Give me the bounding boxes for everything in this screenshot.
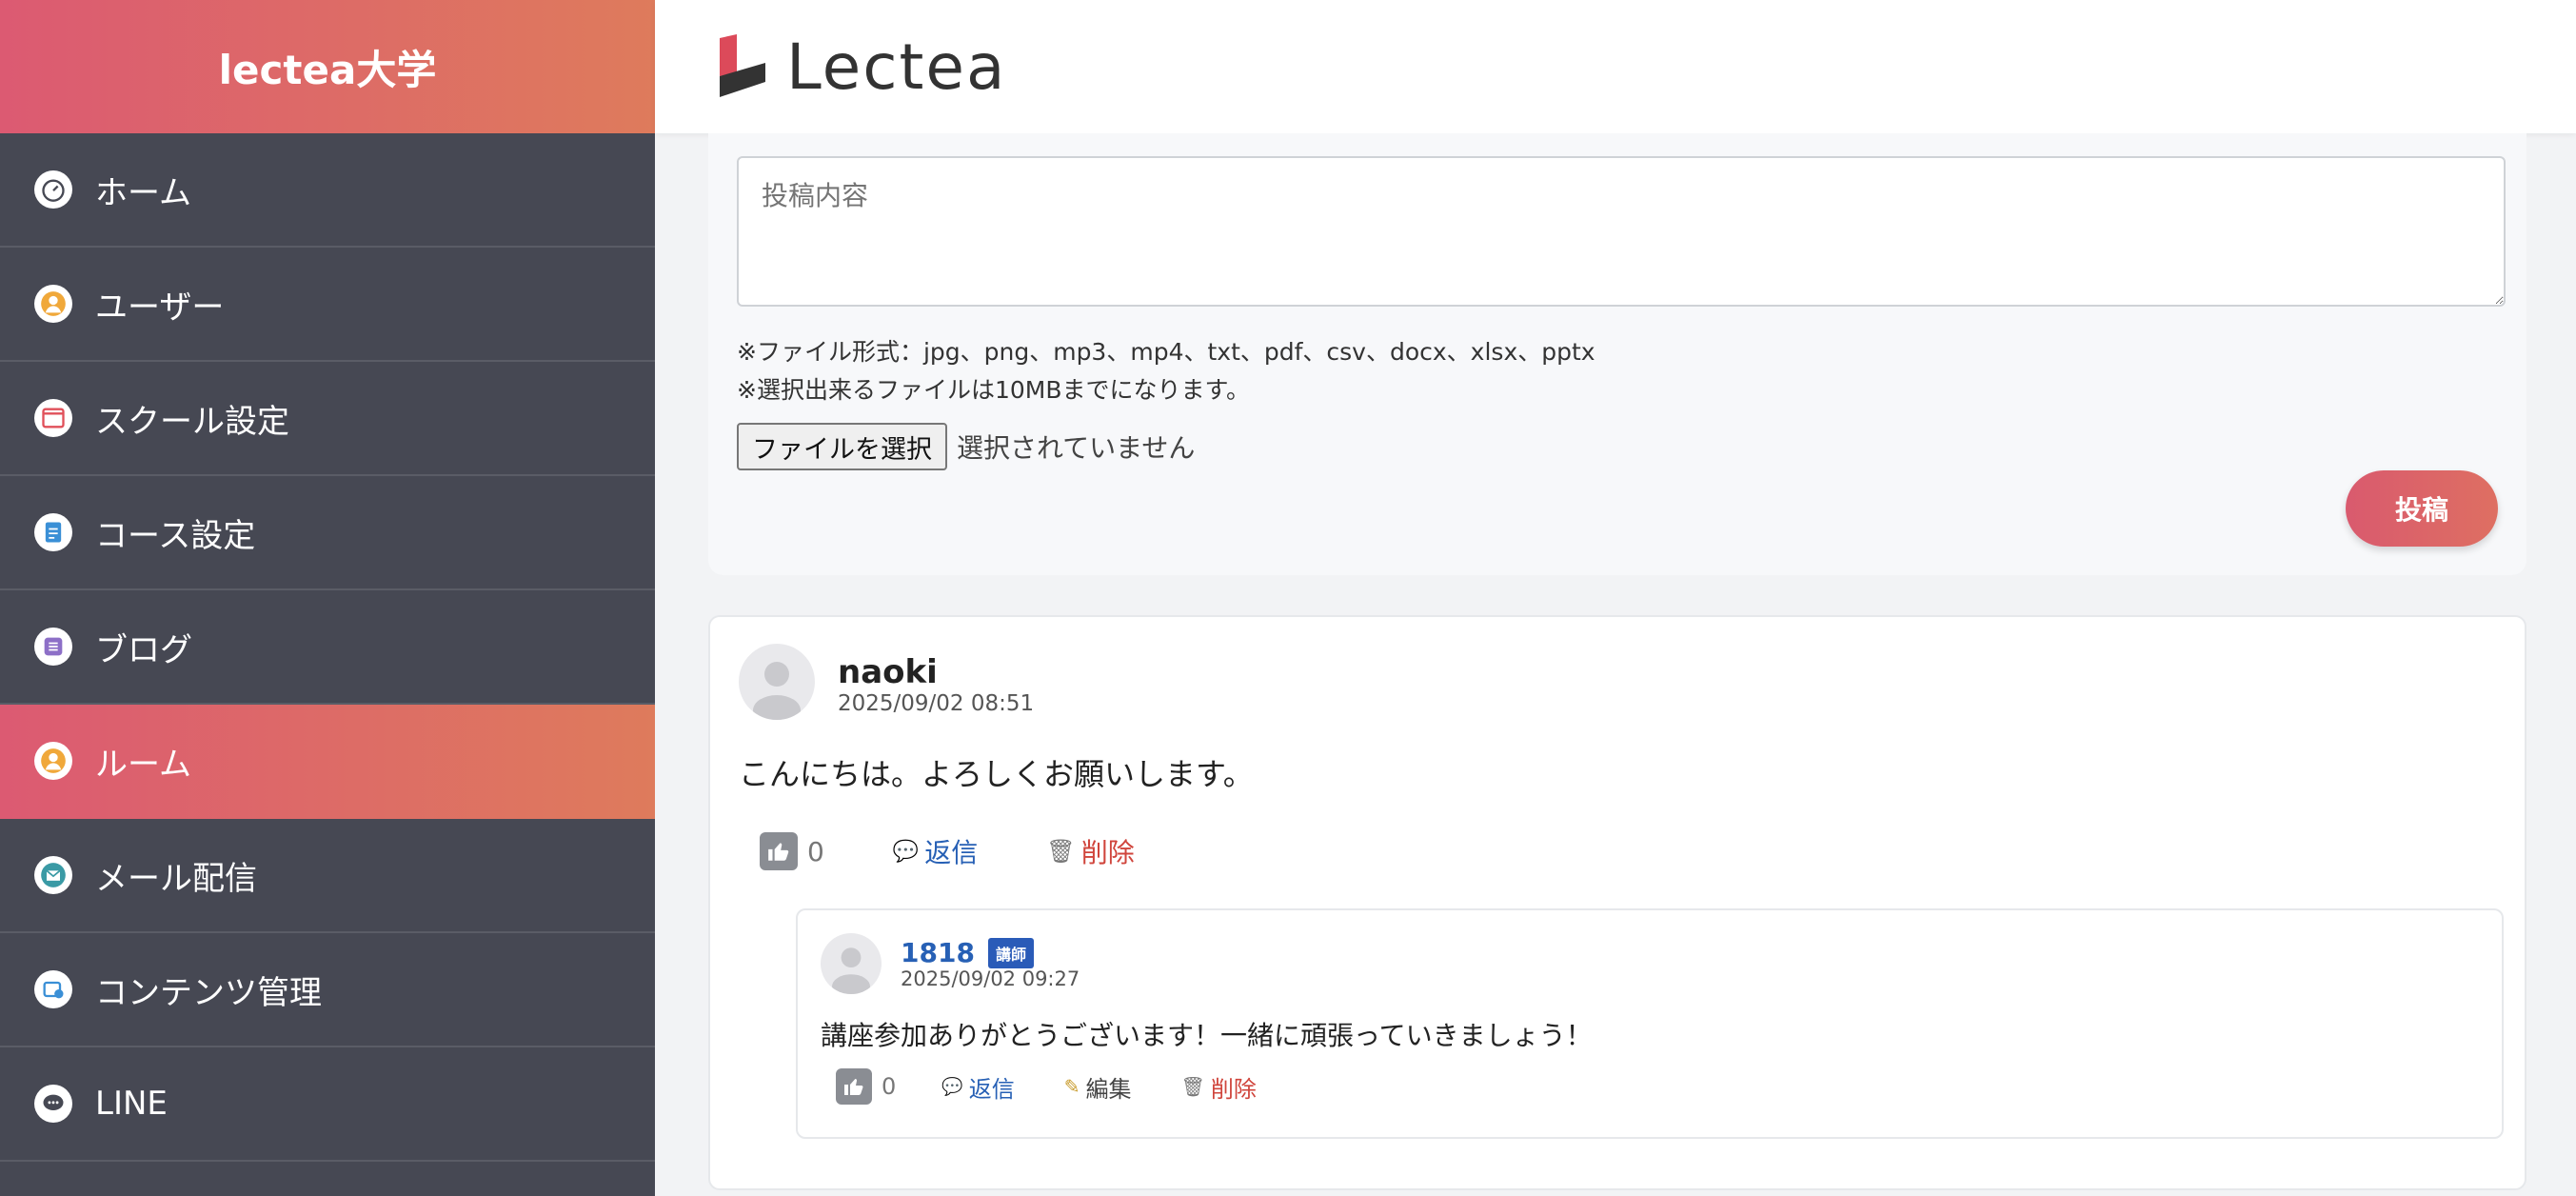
sidebar-item-label: ホーム xyxy=(95,173,191,212)
file-format-note: ※ファイル形式：jpg、png、mp3、mp4、txt、pdf、csv、docx… xyxy=(737,338,1595,366)
post-content-input[interactable] xyxy=(737,156,2506,307)
sidebar-item-content[interactable]: コンテンツ管理 xyxy=(0,933,655,1047)
mail-icon xyxy=(34,856,72,894)
choose-file-button[interactable]: ファイルを選択 xyxy=(737,423,947,470)
logo[interactable]: Lectea xyxy=(716,30,1006,104)
sidebar-brand[interactable]: lectea大学 xyxy=(0,0,655,133)
reply-button[interactable]: 💬 返信 xyxy=(941,1070,1014,1104)
sidebar-item-label: ルーム xyxy=(95,745,191,784)
sidebar-item-home[interactable]: ホーム xyxy=(0,133,655,248)
reply-author[interactable]: 1818 講師 xyxy=(901,937,1034,968)
top-header: Lectea xyxy=(655,0,2576,133)
trash-icon: 🗑 xyxy=(1046,838,1076,865)
avatar xyxy=(739,644,815,720)
logo-mark-icon xyxy=(720,34,765,97)
delete-button[interactable]: 🗑 削除 xyxy=(1180,1070,1256,1104)
sidebar-item-line[interactable]: LINE xyxy=(0,1047,655,1162)
window-icon xyxy=(34,399,72,437)
sidebar-item-blog[interactable]: ブログ xyxy=(0,590,655,705)
blog-icon xyxy=(34,628,72,666)
reply-button[interactable]: 💬 返信 xyxy=(893,832,978,870)
post-author[interactable]: naoki xyxy=(838,653,938,691)
delete-label: 削除 xyxy=(1080,837,1135,868)
delete-label: 削除 xyxy=(1210,1075,1257,1103)
file-picker: ファイルを選択 選択されていません xyxy=(737,423,1195,470)
sidebar: lectea大学 ホーム ユーザー スクール設定 コース設定 ブログ ルーム メ… xyxy=(0,0,655,1196)
submit-post-button[interactable]: 投稿 xyxy=(2346,470,2498,547)
sidebar-item-room[interactable]: ルーム xyxy=(0,705,655,819)
sidebar-item-label: メール配信 xyxy=(95,859,257,898)
room-icon xyxy=(34,742,72,780)
sidebar-item-label: コンテンツ管理 xyxy=(95,973,322,1012)
sidebar-item-course-settings[interactable]: コース設定 xyxy=(0,476,655,590)
edit-button[interactable]: ✎ 編集 xyxy=(1064,1070,1132,1104)
instructor-badge: 講師 xyxy=(987,937,1034,968)
document-icon xyxy=(34,513,72,551)
like-button[interactable]: 0 xyxy=(836,1068,896,1105)
chat-icon xyxy=(34,1085,72,1123)
dashboard-icon xyxy=(34,170,72,209)
avatar xyxy=(821,933,882,994)
file-status: 選択されていません xyxy=(957,432,1196,464)
thumbs-up-icon xyxy=(760,832,798,870)
like-count: 0 xyxy=(882,1073,897,1100)
reply-author-name: 1818 xyxy=(901,937,975,968)
reply-label: 返信 xyxy=(968,1075,1015,1103)
sidebar-item-users[interactable]: ユーザー xyxy=(0,248,655,362)
post-form: ※ファイル形式：jpg、png、mp3、mp4、txt、pdf、csv、docx… xyxy=(708,133,2526,575)
edit-label: 編集 xyxy=(1085,1075,1132,1103)
reply-label: 返信 xyxy=(924,837,979,868)
post-date: 2025/09/02 08:51 xyxy=(838,691,1035,716)
reply-date: 2025/09/02 09:27 xyxy=(901,967,1080,990)
logo-text: Lectea xyxy=(786,30,1007,104)
sidebar-item-mail[interactable]: メール配信 xyxy=(0,819,655,933)
main-content: ※ファイル形式：jpg、png、mp3、mp4、txt、pdf、csv、docx… xyxy=(655,133,2576,1196)
reply-body: 講座参加ありがとうございます！一緒に頑張っていきましょう！ xyxy=(821,1020,1593,1051)
thumbs-up-icon xyxy=(836,1068,872,1105)
like-button[interactable]: 0 xyxy=(760,832,824,870)
user-icon xyxy=(34,285,72,323)
brand-name: lectea大学 xyxy=(218,46,437,93)
reply-card: 1818 講師 2025/09/02 09:27 講座参加ありがとうございます！… xyxy=(796,908,2504,1139)
reply-actions: 0 💬 返信 ✎ 編集 🗑 削除 xyxy=(836,1068,1257,1105)
sidebar-item-label: ユーザー xyxy=(95,288,225,327)
post-actions: 0 💬 返信 🗑 削除 xyxy=(760,832,1135,870)
content-icon xyxy=(34,970,72,1008)
speech-bubble-icon: 💬 xyxy=(892,839,920,864)
sidebar-item-label: LINE xyxy=(95,1085,168,1123)
file-size-note: ※選択出来るファイルは10MBまでになります。 xyxy=(737,376,1250,404)
pencil-icon: ✎ xyxy=(1063,1075,1080,1098)
speech-bubble-icon: 💬 xyxy=(941,1076,963,1097)
post-card: naoki 2025/09/02 08:51 こんにちは。よろしくお願いします。… xyxy=(708,615,2526,1190)
sidebar-item-label: スクール設定 xyxy=(95,402,289,441)
delete-button[interactable]: 🗑 削除 xyxy=(1046,832,1134,870)
like-count: 0 xyxy=(807,835,824,867)
sidebar-item-label: ブログ xyxy=(95,630,192,669)
post-body: こんにちは。よろしくお願いします。 xyxy=(739,756,1254,792)
trash-icon: 🗑 xyxy=(1180,1075,1205,1098)
sidebar-item-school-settings[interactable]: スクール設定 xyxy=(0,362,655,476)
sidebar-item-label: コース設定 xyxy=(95,516,256,555)
